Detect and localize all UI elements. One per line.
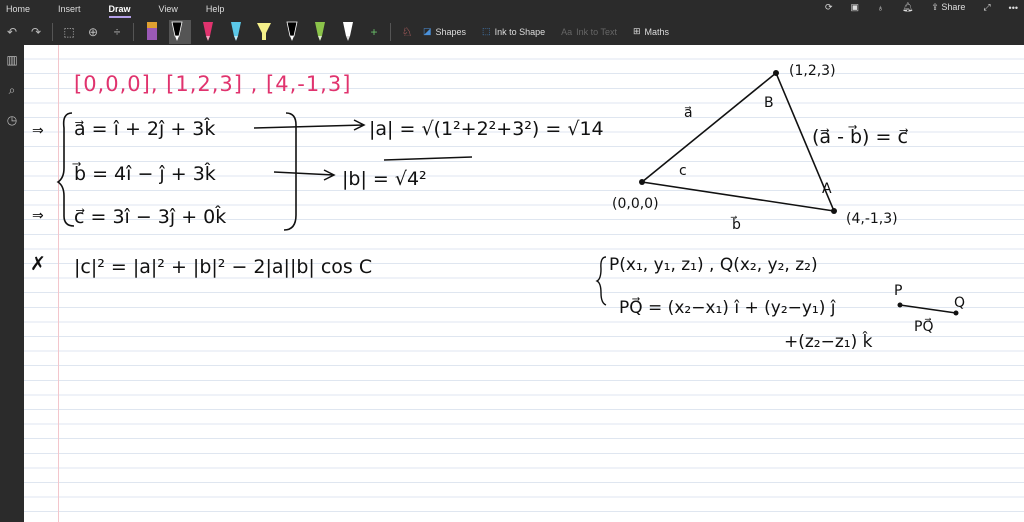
sticky-note-icon[interactable]: ▣ <box>851 2 860 13</box>
ink-to-text-button[interactable]: Aa Ink to Text <box>561 27 617 37</box>
sqrt-bar <box>383 156 473 161</box>
vector-c-equation: c⃗ = 3î − 3ĵ + 0k̂ <box>74 206 226 228</box>
recent-icon[interactable]: ◷ <box>0 105 24 135</box>
side-b <box>641 181 835 212</box>
ink-canvas: [0,0,0], [1,2,3] , [4,-1,3] ⇒ ⇒ a⃗ = î +… <box>30 63 965 352</box>
tab-view[interactable]: View <box>159 4 178 14</box>
label-b: b⃗ <box>730 215 741 233</box>
point-q <box>953 310 959 316</box>
pq-vector-line2: +(z₂−z₁) k̂ <box>784 331 873 352</box>
pen-black-selected[interactable] <box>169 19 191 44</box>
implies-arrow: ⇒ <box>32 123 44 139</box>
tab-home[interactable]: Home <box>6 4 30 14</box>
triangle-diagram: (1,2,3) (0,0,0) (4,-1,3) a⃗ b⃗ B A c (a⃗… <box>612 63 908 233</box>
pen-cyan[interactable] <box>228 20 244 44</box>
q-label: Q <box>954 295 965 311</box>
vertex-o <box>639 179 645 185</box>
draw-toolbar: ↶ ↷ ⬚ ⊕ ÷ + ♘ ◪ Shapes ⬚ Ink to Shape Aa In… <box>0 18 1024 45</box>
tab-help[interactable]: Help <box>206 4 225 14</box>
navigation-sidebar: ▥ ⌕ ◷ <box>0 45 24 522</box>
vertex-c-label: (4,-1,3) <box>846 211 898 227</box>
vertex-b <box>773 70 779 76</box>
vertex-o-label: (0,0,0) <box>612 196 659 212</box>
vertex-c <box>831 208 837 214</box>
angle-c: c <box>679 163 687 179</box>
ink-to-shape-button[interactable]: ⬚ Ink to Shape <box>482 26 545 37</box>
pq-points: P(x₁, y₁, z₁) , Q(x₂, y₂, z₂) <box>609 255 818 275</box>
share-icon: ⇪ <box>931 2 939 12</box>
maths-button[interactable]: ⊞ Maths <box>633 26 669 37</box>
add-pen-icon[interactable]: + <box>362 25 386 39</box>
share-button[interactable]: ⇪ Share <box>931 2 965 13</box>
tab-draw[interactable]: Draw <box>108 4 131 18</box>
shapes-icon: ◪ <box>423 26 432 36</box>
vector-a-equation: a⃗ = î + 2ĵ + 3k̂ <box>74 118 215 140</box>
left-brace <box>56 112 75 227</box>
points-list: [0,0,0], [1,2,3] , [4,-1,3] <box>74 72 351 96</box>
ink-replay-icon[interactable]: ♘ <box>395 25 419 39</box>
note-page[interactable]: [0,0,0], [1,2,3] , [4,-1,3] ⇒ ⇒ a⃗ = î +… <box>24 45 1024 522</box>
side-a <box>641 72 777 183</box>
pen-green[interactable] <box>312 20 328 44</box>
angle-b: B <box>764 95 774 111</box>
label-a: a⃗ <box>684 105 693 121</box>
angle-a: A <box>822 181 832 197</box>
shapes-button[interactable]: ◪ Shapes <box>423 26 466 37</box>
pen-black-galaxy[interactable] <box>284 20 300 44</box>
eraser-icon[interactable]: ÷ <box>105 25 129 39</box>
maths-icon: ⊞ <box>632 26 641 36</box>
divider <box>52 22 53 41</box>
bell-icon[interactable]: 🔔︎ <box>902 2 913 13</box>
tab-insert[interactable]: Insert <box>58 4 81 14</box>
search-icon[interactable]: ⌕ <box>0 75 24 105</box>
sync-icon[interactable]: ⟳ <box>825 2 833 13</box>
right-brace <box>283 112 297 231</box>
vector-b-equation: b⃗ = 4î − ĵ + 3k̂ <box>72 162 215 185</box>
pen-purple[interactable] <box>144 20 160 44</box>
lightbulb-icon[interactable]: ♁ <box>877 3 884 13</box>
pq-vector-line1: PQ⃗ = (x₂−x₁) î + (y₂−y₁) ĵ <box>619 296 837 318</box>
implies-arrow: ⇒ <box>32 208 44 224</box>
p-label: P <box>894 283 902 299</box>
divider <box>133 22 134 41</box>
add-space-icon[interactable]: ⊕ <box>81 25 105 39</box>
pen-pink[interactable] <box>200 20 216 44</box>
cosine-rule: |c|² = |a|² + |b|² − 2|a||b| cos C <box>74 256 372 278</box>
expand-icon[interactable]: ⤢ <box>983 2 990 13</box>
ink-to-shape-icon: ⬚ <box>482 26 491 36</box>
arrow-to-mag-a <box>253 119 366 131</box>
vertex-b-label: (1,2,3) <box>789 63 836 79</box>
pq-arrow-label: PQ⃗ <box>914 317 933 335</box>
notebooks-icon[interactable]: ▥ <box>0 45 24 75</box>
undo-icon[interactable]: ↶ <box>0 25 24 39</box>
magnitude-b: |b| = √4² <box>342 168 427 190</box>
pq-arrow <box>899 304 957 314</box>
highlighter-yellow[interactable] <box>256 20 272 44</box>
pq-brace <box>595 256 607 306</box>
arrow-to-mag-b <box>273 169 336 181</box>
divider <box>390 22 391 41</box>
star-mark: ✗ <box>30 253 46 275</box>
redo-icon[interactable]: ↷ <box>24 25 48 39</box>
pen-white[interactable] <box>340 20 356 44</box>
a-minus-b: (a⃗ - b⃗) = c⃗ <box>812 125 908 148</box>
more-icon[interactable]: ••• <box>1009 3 1018 13</box>
point-p <box>897 302 903 308</box>
lasso-select-icon[interactable]: ⬚ <box>57 25 81 39</box>
ink-to-text-icon: Aa <box>561 26 573 37</box>
magnitude-a: |a| = √(1²+2²+3²) = √14 <box>369 118 604 140</box>
